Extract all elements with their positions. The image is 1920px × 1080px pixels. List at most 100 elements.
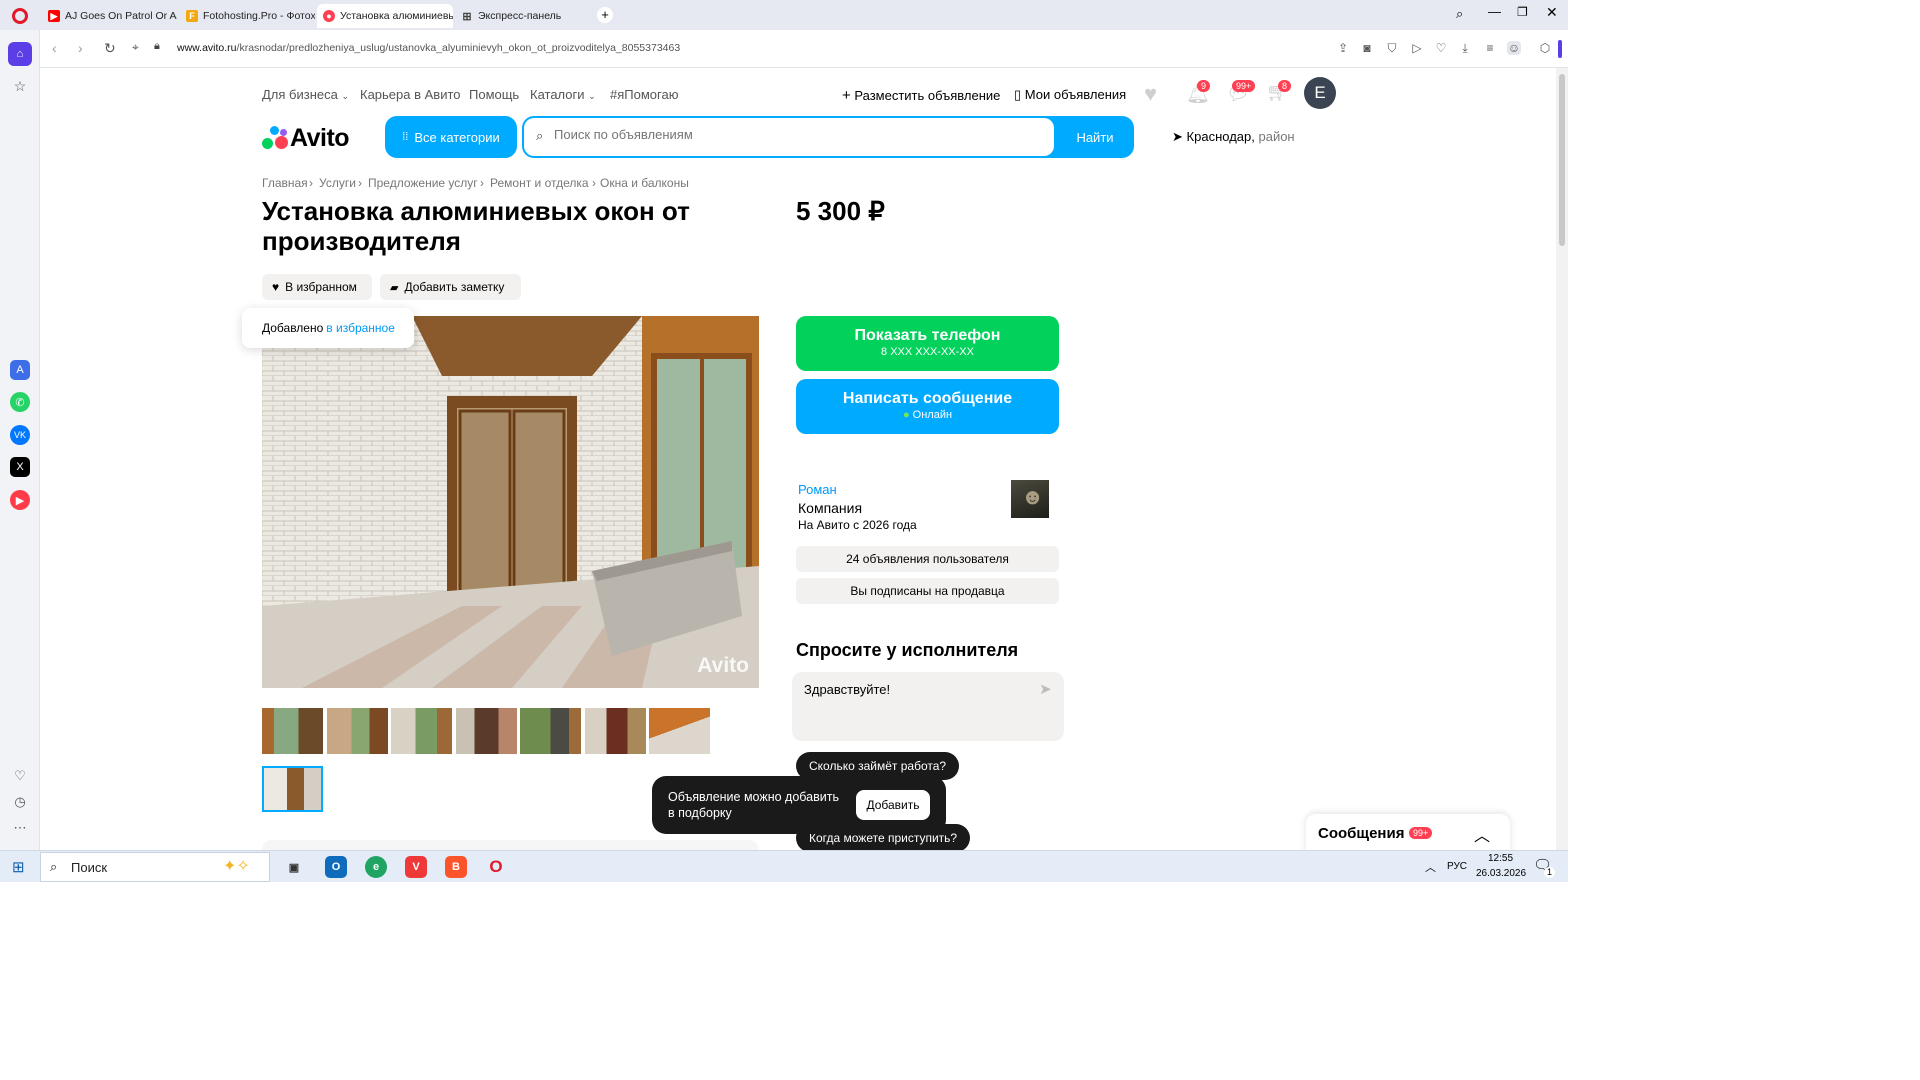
aria-icon[interactable]: A	[10, 360, 30, 380]
all-categories-button[interactable]: ⁞⁞ Все категории	[385, 116, 517, 158]
link-business[interactable]: Для бизнеса ⌄	[262, 87, 349, 102]
location-area: район	[1258, 129, 1295, 144]
my-ads-button[interactable]: ▯ Мои объявления	[1014, 87, 1126, 103]
brave-icon[interactable]: B	[445, 856, 467, 878]
avatar[interactable]: E	[1304, 77, 1336, 109]
notifications-badge: 9	[1197, 80, 1211, 92]
messages-panel-label: Сообщения	[1318, 825, 1405, 842]
download-icon[interactable]: ⤓	[1458, 41, 1472, 55]
tab-fotohosting[interactable]: F Fotohosting.Pro - Фотохо	[180, 4, 315, 28]
breadcrumb-item[interactable]: Предложение услуг	[368, 176, 478, 190]
search-button[interactable]: Найти	[1056, 116, 1134, 158]
messages-panel[interactable]: Сообщения 99+ ︿	[1306, 814, 1510, 850]
url-field[interactable]: www.avito.ru/krasnodar/predlozheniya_usl…	[177, 42, 680, 54]
forward-icon[interactable]: ›	[78, 40, 83, 56]
reload-icon[interactable]: ↻	[104, 40, 116, 57]
heart-icon[interactable]: ♡	[1434, 41, 1448, 55]
new-tab-button[interactable]: +	[597, 7, 613, 23]
write-message-button[interactable]: Написать сообщение ● Онлайн	[796, 379, 1059, 434]
close-window-button[interactable]: ✕	[1546, 4, 1558, 21]
outlook-icon[interactable]: O	[325, 856, 347, 878]
search-icon: ⌕	[536, 128, 544, 143]
extensions-icon[interactable]: ⬡	[1538, 41, 1552, 55]
page-viewport: Для бизнеса ⌄ Карьера в Авито Помощь Кат…	[42, 68, 1556, 850]
breadcrumb-item[interactable]: Ремонт и отделка	[490, 176, 589, 190]
lock-icon[interactable]: 🔒︎	[154, 40, 160, 53]
fotohosting-icon: F	[186, 10, 198, 22]
ask-message-input[interactable]	[804, 682, 1024, 730]
photo-thumbnail[interactable]	[520, 708, 581, 754]
page-scrollbar[interactable]	[1556, 68, 1568, 850]
play-icon[interactable]: ▷	[1410, 41, 1424, 55]
back-icon[interactable]: ‹	[52, 40, 57, 56]
search-form: ⌕ Найти	[522, 116, 1134, 158]
favorites-icon[interactable]: ♡	[10, 766, 30, 786]
minimize-button[interactable]: —	[1488, 4, 1501, 19]
share-icon[interactable]: ⇪	[1336, 41, 1350, 55]
photo-thumbnail[interactable]	[327, 708, 388, 754]
photo-thumbnail[interactable]	[262, 708, 323, 754]
photo-thumbnail[interactable]	[391, 708, 452, 754]
main-photo[interactable]: Avito	[262, 316, 759, 688]
restore-button[interactable]: ❐	[1517, 5, 1528, 19]
more-icon[interactable]: ⋯	[10, 818, 30, 838]
location-selector[interactable]: ➤ Краснодар, район	[1172, 129, 1295, 145]
seller-name[interactable]: Роман	[798, 482, 837, 497]
favorite-chip[interactable]: ♥ В избранном	[262, 274, 372, 300]
opera-logo-icon[interactable]	[12, 8, 28, 24]
music-player-icon[interactable]: ▶	[10, 490, 30, 510]
photo-thumbnail-active[interactable]	[262, 766, 323, 812]
added-to-favorites-toast: Добавлено в избранное	[242, 308, 414, 348]
shield-icon[interactable]: ⛉	[1385, 41, 1399, 55]
clock-date[interactable]: 26.03.2026	[1476, 868, 1526, 879]
breadcrumb-item[interactable]: Главная	[262, 176, 308, 190]
menu-icon[interactable]: ≡	[1483, 41, 1497, 55]
task-view-icon[interactable]: ▣	[283, 856, 305, 878]
photo-illustration	[262, 316, 759, 688]
link-ya-pomogayu[interactable]: #яПомогаю	[610, 87, 678, 102]
send-icon[interactable]: ➤	[1039, 680, 1052, 698]
chevron-up-icon[interactable]: ︿	[1474, 822, 1490, 846]
home-icon[interactable]: ⌂	[8, 42, 32, 66]
link-help[interactable]: Помощь	[469, 87, 519, 102]
toast-link[interactable]: в избранное	[326, 321, 395, 335]
add-note-chip[interactable]: ▰ Добавить заметку	[380, 274, 521, 300]
location-pin-icon[interactable]: ⌖	[132, 40, 139, 55]
link-catalogs[interactable]: Каталоги ⌄	[530, 87, 596, 102]
opera-icon[interactable]: O	[485, 856, 507, 878]
star-icon[interactable]: ☆	[10, 76, 30, 96]
favorites-heart-icon[interactable]: ♥	[1144, 81, 1157, 107]
windows-start-icon[interactable]: ⊞	[12, 858, 25, 876]
tab-youtube[interactable]: ▶ AJ Goes On Patrol Or AJ S	[42, 4, 177, 28]
photo-thumbnail[interactable]	[456, 708, 517, 754]
x-icon[interactable]: X	[10, 457, 30, 477]
seller-avatar[interactable]: ☻	[1011, 480, 1049, 518]
search-tabs-icon[interactable]: ⌕	[1456, 6, 1463, 22]
breadcrumb-item[interactable]: Услуги	[319, 176, 356, 190]
show-phone-button[interactable]: Показать телефон 8 XXX XXX-XX-XX	[796, 316, 1059, 371]
taskbar-search[interactable]: ⌕ Поиск ✦✧	[40, 852, 270, 882]
tab-avito[interactable]: ● Установка алюминиевых	[317, 4, 453, 28]
link-career[interactable]: Карьера в Авито	[360, 87, 461, 102]
profile-icon[interactable]: ☺	[1507, 41, 1521, 55]
scrollbar-thumb[interactable]	[1559, 74, 1565, 246]
photo-thumbnail[interactable]	[585, 708, 646, 754]
whatsapp-icon[interactable]: ✆	[10, 392, 30, 412]
post-ad-button[interactable]: + Разместить объявление	[842, 87, 1000, 104]
search-input[interactable]	[554, 127, 1034, 142]
camera-icon[interactable]: ◙	[1360, 41, 1374, 55]
subscribed-button[interactable]: Вы подписаны на продавца	[796, 578, 1059, 604]
tab-express-panel[interactable]: ⊞ Экспресс-панель	[455, 4, 590, 28]
tray-chevron-icon[interactable]: ︿	[1425, 859, 1436, 875]
clock-time[interactable]: 12:55	[1488, 853, 1513, 864]
vk-icon[interactable]: VK	[10, 425, 30, 445]
vivaldi-icon[interactable]: V	[405, 856, 427, 878]
language-indicator[interactable]: РУС	[1447, 861, 1467, 872]
seller-ads-button[interactable]: 24 объявления пользователя	[796, 546, 1059, 572]
photo-watermark: Avito	[697, 654, 749, 677]
collection-add-button[interactable]: Добавить	[856, 790, 930, 820]
photo-thumbnail[interactable]	[649, 708, 710, 754]
history-icon[interactable]: ◷	[10, 792, 30, 812]
edge-icon[interactable]: e	[365, 856, 387, 878]
breadcrumb-item[interactable]: Окна и балконы	[600, 176, 689, 190]
